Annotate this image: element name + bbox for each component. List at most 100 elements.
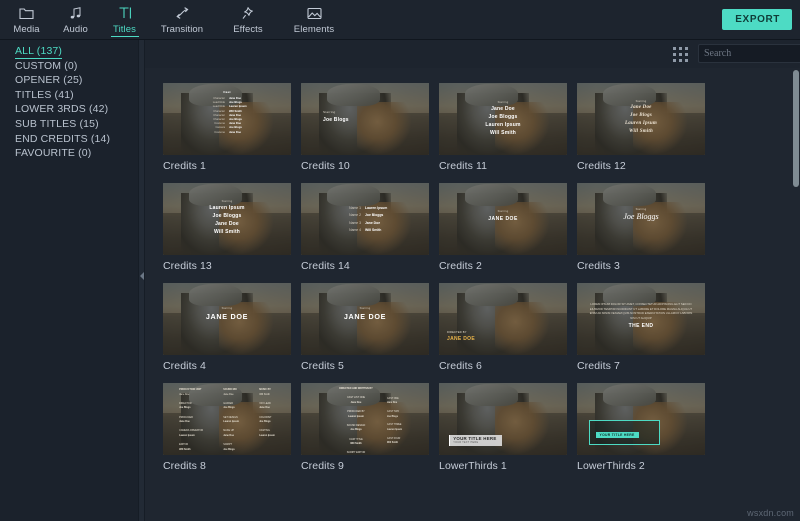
sparkle-icon (241, 5, 255, 22)
template-item[interactable]: YOUR TITLE HERE YOUR TEXT HERE LowerThir… (439, 383, 576, 472)
top-tab-bar: Media Audio Titles Transition Effects El… (0, 0, 800, 40)
thumb-name-4: Will Smith (489, 130, 517, 136)
template-thumbnail[interactable]: Starring Jane Doe Joe Bloggs Lauren Ipsu… (439, 83, 567, 155)
tab-label: Effects (233, 23, 263, 35)
template-item[interactable]: Starring Joe Blogs Credits 10 (301, 83, 438, 172)
template-item[interactable]: Starring Jane Doe Joe Bloggs Lauren Ipsu… (439, 83, 576, 172)
template-thumbnail[interactable]: Starring JANE DOE (301, 283, 429, 355)
tab-elements[interactable]: Elements (281, 0, 347, 39)
thumb-row-value: Will Smith (365, 228, 382, 233)
template-thumbnail[interactable]: Starring Joe Blogs (301, 83, 429, 155)
template-thumbnail[interactable]: PRODUCTION UNIT Jane Doe DIRECTOR Joe Blogs… (163, 383, 291, 455)
collapse-left-arrow-icon[interactable] (140, 272, 144, 280)
folder-icon (19, 5, 34, 22)
template-item[interactable]: Starring Jane Doe Joe Blogs Lauren Ipsum… (577, 83, 714, 172)
thumb-row-label: Name 1 (349, 206, 361, 210)
thumb-name-2: Joe Bloggs (488, 114, 518, 120)
thumb-name-4: Will Smith (213, 229, 241, 235)
template-thumbnail[interactable]: Starring Jane Doe Joe Blogs Lauren Ipsum… (577, 83, 705, 155)
template-item[interactable]: PRODUCTION UNIT Jane Doe DIRECTOR Joe Blogs… (163, 383, 300, 472)
template-item[interactable]: DIRECTED AND WRITTEN BY CAST LIST ONE Jane… (301, 383, 438, 472)
thumb-line-1: Starring (635, 208, 647, 211)
thumb-line-1: Starring (323, 110, 336, 114)
vertical-scrollbar[interactable] (793, 70, 799, 521)
sidebar-item-all[interactable]: ALL (137) (0, 44, 138, 59)
thumb-row-value: Jane Doe (365, 220, 381, 225)
tab-label: Elements (293, 23, 335, 35)
tab-audio[interactable]: Audio (51, 0, 100, 39)
sidebar-item-label: ALL (137) (15, 45, 63, 59)
grid-view-icon[interactable] (672, 46, 689, 63)
tab-titles[interactable]: Titles (100, 0, 149, 39)
template-thumbnail[interactable]: Starring Lauren Ipsum Joe Bloggs Jane Do… (163, 183, 291, 255)
thumb-line-2: Joe Blogs (323, 117, 349, 123)
thumb-line-1: Starring (497, 101, 509, 104)
template-caption: Credits 10 (301, 160, 350, 172)
thumb-line-1: YOUR TITLE HERE (595, 432, 639, 439)
sidebar-item-opener[interactable]: OPENER (25) (0, 73, 138, 88)
thumb-name-4: Will Smith (629, 129, 653, 134)
template-grid-panel: Cast Character Jane Doe Lead Role Joe Blog… (145, 68, 800, 521)
template-item[interactable]: Starring Joe Bloggs Credits 3 (577, 183, 714, 272)
tab-effects[interactable]: Effects (215, 0, 281, 39)
template-thumbnail[interactable]: DIRECTED AND WRITTEN BY CAST LIST ONE Jane… (301, 383, 429, 455)
template-thumbnail[interactable]: DIRECTED BY JANE DOE (439, 283, 567, 355)
sidebar-item-custom[interactable]: CUSTOM (0) (0, 59, 138, 74)
template-thumbnail[interactable]: Starring JANE DOE (439, 183, 567, 255)
template-caption: LowerThirds 1 (439, 460, 507, 472)
template-item[interactable]: Cast Character Jane Doe Lead Role Joe Blog… (163, 83, 300, 172)
template-caption: Credits 6 (439, 360, 482, 372)
export-button[interactable]: EXPORT (722, 9, 792, 30)
template-caption: Credits 12 (577, 160, 626, 172)
thumb-name-3: Lauren Ipsum (625, 121, 657, 126)
text-tool-icon (118, 5, 132, 22)
thumb-line-2: THE END (628, 323, 654, 329)
template-thumbnail[interactable]: YOUR TITLE HERE YOUR TEXT HERE (439, 383, 567, 455)
thumb-row-label: Name 4 (349, 228, 361, 233)
thumb-name-2: Joe Bloggs (212, 213, 242, 219)
template-caption: Credits 13 (163, 260, 212, 272)
sidebar-item-end-credits[interactable]: END CREDITS (14) (0, 132, 138, 147)
thumb-row-label: Name 2 (349, 213, 361, 218)
search-box[interactable] (698, 44, 800, 63)
search-input[interactable] (704, 48, 800, 59)
sidebar-item-label: OPENER (25) (15, 74, 83, 87)
tab-transition[interactable]: Transition (149, 0, 215, 39)
template-thumbnail[interactable]: LOREM IPSUM DOLOR SIT AMET, CONSECTETUR … (577, 283, 705, 355)
thumb-line-2: JANE DOE (447, 336, 475, 342)
template-caption: Credits 7 (577, 360, 620, 372)
category-sidebar: ALL (137) CUSTOM (0) OPENER (25) TITLES … (0, 40, 138, 521)
tab-label: Audio (63, 23, 88, 35)
sidebar-item-label: SUB TITLES (15) (15, 117, 99, 130)
sidebar-item-titles[interactable]: TITLES (41) (0, 88, 138, 103)
template-grid: Cast Character Jane Doe Lead Role Joe Blog… (145, 68, 786, 483)
template-item[interactable]: Starring JANE DOE Credits 4 (163, 283, 300, 372)
template-item[interactable]: DIRECTED BY JANE DOE Credits 6 (439, 283, 576, 372)
template-item[interactable]: Name 1 Lauren Ipsum Name 2 Joe Bloggs Name… (301, 183, 438, 272)
template-thumbnail[interactable]: YOUR TITLE HERE (577, 383, 705, 455)
template-item[interactable]: YOUR TITLE HERE LowerThirds 2 (577, 383, 714, 472)
sidebar-item-label: CUSTOM (0) (15, 59, 78, 72)
sidebar-item-lower-3rds[interactable]: LOWER 3RDS (42) (0, 102, 138, 117)
thumb-line-1: DIRECTED BY (447, 331, 467, 334)
sidebar-item-label: FAVOURITE (0) (15, 147, 92, 160)
template-thumbnail[interactable]: Name 1 Lauren Ipsum Name 2 Joe Bloggs Name… (301, 183, 429, 255)
template-thumbnail[interactable]: Starring JANE DOE (163, 283, 291, 355)
thumb-line-1: Starring (221, 307, 233, 310)
template-thumbnail[interactable]: Starring Joe Bloggs (577, 183, 705, 255)
sidebar-splitter[interactable] (138, 40, 145, 521)
template-caption: Credits 14 (301, 260, 350, 272)
active-tab-underline (110, 35, 139, 37)
sidebar-item-sub-titles[interactable]: SUB TITLES (15) (0, 117, 138, 132)
scrollbar-thumb[interactable] (793, 70, 799, 187)
template-item[interactable]: Starring JANE DOE Credits 2 (439, 183, 576, 272)
sidebar-item-favourite[interactable]: FAVOURITE (0) (0, 146, 138, 161)
template-thumbnail[interactable]: Cast Character Jane Doe Lead Role Joe Blog… (163, 83, 291, 155)
tab-media[interactable]: Media (2, 0, 51, 39)
sidebar-item-label: TITLES (41) (15, 88, 74, 101)
lower-third-bar: YOUR TITLE HERE YOUR TEXT HERE (449, 434, 502, 447)
template-item[interactable]: Starring JANE DOE Credits 5 (301, 283, 438, 372)
template-item[interactable]: LOREM IPSUM DOLOR SIT AMET, CONSECTETUR … (577, 283, 714, 372)
thumb-line-1: Starring (359, 307, 371, 310)
template-item[interactable]: Starring Lauren Ipsum Joe Bloggs Jane Do… (163, 183, 300, 272)
